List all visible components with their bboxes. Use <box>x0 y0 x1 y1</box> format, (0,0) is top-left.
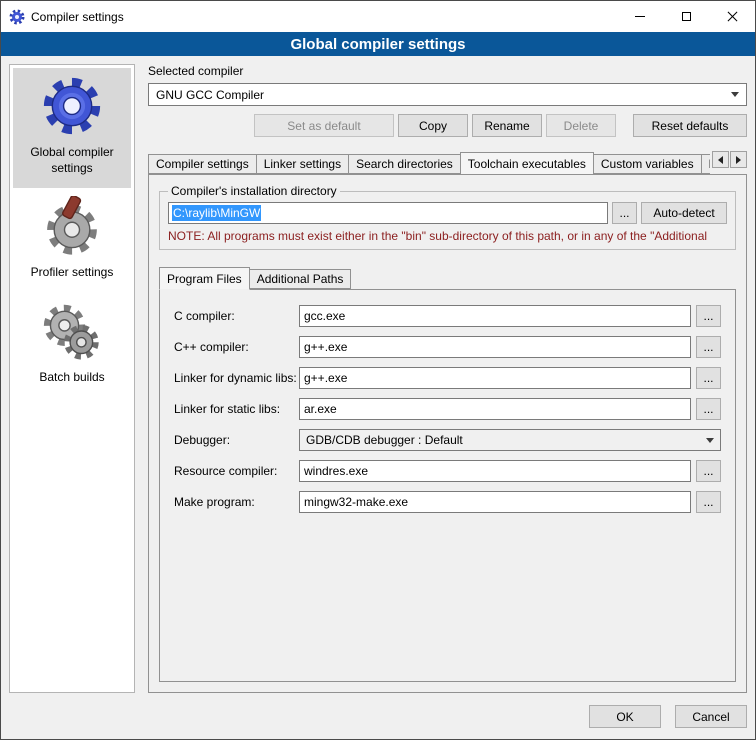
tab-linker-settings[interactable]: Linker settings <box>256 154 349 174</box>
form-row-cpp-compiler: C++ compiler: g++.exe ... <box>174 336 721 358</box>
form-row-make-program: Make program: mingw32-make.exe ... <box>174 491 721 513</box>
resource-compiler-browse-button[interactable]: ... <box>696 460 721 482</box>
debugger-label: Debugger: <box>174 433 299 447</box>
compiler-settings-dialog: Compiler settings Global compiler settin… <box>0 0 756 740</box>
install-dir-value: C:\raylib\MinGW <box>172 205 261 221</box>
program-files-section: Program Files Additional Paths C compile… <box>159 266 736 682</box>
sidebar-item-label: Batch builds <box>39 370 104 386</box>
maximize-icon <box>682 12 691 21</box>
chevron-down-icon <box>706 438 714 443</box>
installation-directory-group: Compiler's installation directory C:\ray… <box>159 191 736 250</box>
resource-compiler-value: windres.exe <box>304 464 368 478</box>
sidebar-item-batch-builds[interactable]: Batch builds <box>13 293 131 398</box>
compiler-select[interactable]: GNU GCC Compiler <box>148 83 747 106</box>
tab-scroll-buttons <box>712 151 747 168</box>
copy-button[interactable]: Copy <box>398 114 468 137</box>
dialog-header: Global compiler settings <box>1 32 755 56</box>
c-compiler-browse-button[interactable]: ... <box>696 305 721 327</box>
compiler-actions: Set as default Copy Rename Delete Reset … <box>148 114 747 137</box>
settings-sidebar: Global compiler settings Profiler settin… <box>9 64 135 693</box>
static-linker-value: ar.exe <box>304 402 337 416</box>
tabs-clip: Compiler settings Linker settings Search… <box>148 151 710 174</box>
static-linker-input[interactable]: ar.exe <box>299 398 691 420</box>
close-icon <box>727 11 738 22</box>
static-linker-label: Linker for static libs: <box>174 402 299 416</box>
install-dir-input[interactable]: C:\raylib\MinGW <box>168 202 608 224</box>
tab-scroll-right-button[interactable] <box>730 151 747 168</box>
form-row-resource-compiler: Resource compiler: windres.exe ... <box>174 460 721 482</box>
settings-tabstrip: Compiler settings Linker settings Search… <box>148 151 747 174</box>
cpp-compiler-input[interactable]: g++.exe <box>299 336 691 358</box>
compiler-select-value: GNU GCC Compiler <box>156 88 264 102</box>
dynamic-linker-input[interactable]: g++.exe <box>299 367 691 389</box>
set-as-default-button[interactable]: Set as default <box>254 114 394 137</box>
form-row-dynamic-linker: Linker for dynamic libs: g++.exe ... <box>174 367 721 389</box>
form-row-static-linker: Linker for static libs: ar.exe ... <box>174 398 721 420</box>
toolchain-executables-panel: Compiler's installation directory C:\ray… <box>148 174 747 693</box>
chevron-down-icon <box>731 92 739 97</box>
maximize-button[interactable] <box>663 1 709 32</box>
profiler-gear-icon <box>42 196 102 256</box>
make-program-label: Make program: <box>174 495 299 509</box>
tab-scroll-left-button[interactable] <box>712 151 729 168</box>
minimize-button[interactable] <box>617 1 663 32</box>
dialog-footer: OK Cancel <box>1 701 755 739</box>
make-program-browse-button[interactable]: ... <box>696 491 721 513</box>
static-linker-browse-button[interactable]: ... <box>696 398 721 420</box>
tab-program-files[interactable]: Program Files <box>159 267 250 290</box>
batch-gears-icon <box>42 301 102 361</box>
ok-button[interactable]: OK <box>589 705 661 728</box>
install-dir-browse-button[interactable]: ... <box>612 202 637 224</box>
tab-build-options[interactable]: Build <box>701 154 710 174</box>
window-controls <box>617 1 755 32</box>
c-compiler-label: C compiler: <box>174 309 299 323</box>
tab-additional-paths[interactable]: Additional Paths <box>249 269 352 289</box>
tab-toolchain-executables[interactable]: Toolchain executables <box>460 152 594 174</box>
sidebar-item-global-compiler-settings[interactable]: Global compiler settings <box>13 68 131 188</box>
sidebar-item-profiler-settings[interactable]: Profiler settings <box>13 188 131 293</box>
sidebar-item-label: Global compiler settings <box>15 145 129 176</box>
c-compiler-value: gcc.exe <box>304 309 345 323</box>
tab-custom-variables[interactable]: Custom variables <box>593 154 702 174</box>
dynamic-linker-label: Linker for dynamic libs: <box>174 371 299 385</box>
app-icon <box>9 9 25 25</box>
debugger-value: GDB/CDB debugger : Default <box>306 433 463 447</box>
reset-defaults-button[interactable]: Reset defaults <box>633 114 747 137</box>
auto-detect-button[interactable]: Auto-detect <box>641 202 727 224</box>
form-row-debugger: Debugger: GDB/CDB debugger : Default <box>174 429 721 451</box>
program-tabstrip: Program Files Additional Paths <box>159 266 736 289</box>
dynamic-linker-browse-button[interactable]: ... <box>696 367 721 389</box>
close-button[interactable] <box>709 1 755 32</box>
cpp-compiler-browse-button[interactable]: ... <box>696 336 721 358</box>
cpp-compiler-label: C++ compiler: <box>174 340 299 354</box>
program-files-panel: C compiler: gcc.exe ... C++ compiler: g+… <box>159 289 736 682</box>
installation-directory-label: Compiler's installation directory <box>168 184 340 198</box>
install-dir-note: NOTE: All programs must exist either in … <box>168 229 727 243</box>
make-program-input[interactable]: mingw32-make.exe <box>299 491 691 513</box>
form-row-c-compiler: C compiler: gcc.exe ... <box>174 305 721 327</box>
make-program-value: mingw32-make.exe <box>304 495 408 509</box>
rename-button[interactable]: Rename <box>472 114 542 137</box>
resource-compiler-label: Resource compiler: <box>174 464 299 478</box>
window-title: Compiler settings <box>31 10 124 24</box>
sidebar-item-label: Profiler settings <box>31 265 114 281</box>
minimize-icon <box>635 16 645 17</box>
resource-compiler-input[interactable]: windres.exe <box>299 460 691 482</box>
cancel-button[interactable]: Cancel <box>675 705 747 728</box>
selected-compiler-label: Selected compiler <box>148 64 747 78</box>
title-bar[interactable]: Compiler settings <box>1 1 755 32</box>
delete-button[interactable]: Delete <box>546 114 616 137</box>
c-compiler-input[interactable]: gcc.exe <box>299 305 691 327</box>
tab-compiler-settings[interactable]: Compiler settings <box>148 154 257 174</box>
tab-search-directories[interactable]: Search directories <box>348 154 461 174</box>
dynamic-linker-value: g++.exe <box>304 371 347 385</box>
debugger-select[interactable]: GDB/CDB debugger : Default <box>299 429 721 451</box>
cpp-compiler-value: g++.exe <box>304 340 347 354</box>
blue-gear-icon <box>42 76 102 136</box>
arrow-left-icon <box>718 156 723 164</box>
arrow-right-icon <box>736 156 741 164</box>
